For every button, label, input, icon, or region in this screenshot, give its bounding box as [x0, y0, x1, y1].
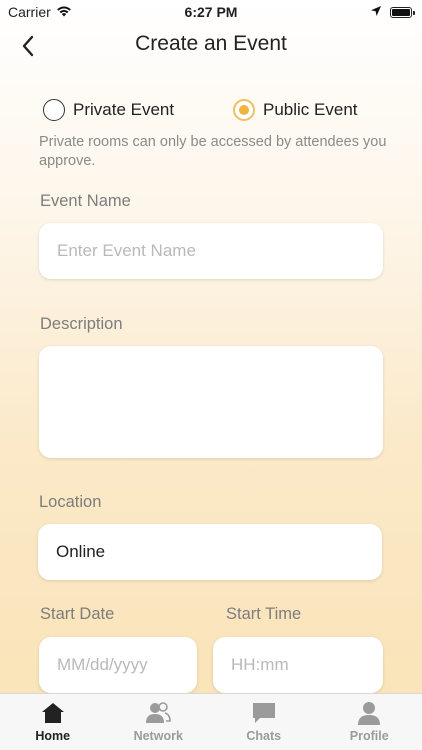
privacy-note: Private rooms can only be accessed by at… — [39, 134, 387, 169]
event-name-label: Event Name — [40, 192, 131, 210]
start-date-input[interactable]: MM/dd/yyyy — [39, 637, 197, 693]
tab-bar: Home Network Chats Profile — [0, 693, 422, 750]
tab-home-label: Home — [35, 729, 71, 743]
location-arrow-icon — [370, 4, 382, 20]
event-name-input[interactable]: Enter Event Name — [39, 223, 383, 279]
network-icon — [146, 702, 172, 723]
tab-network[interactable]: Network — [106, 694, 212, 750]
tab-profile[interactable]: Profile — [317, 694, 422, 750]
start-time-input[interactable]: HH:mm — [213, 637, 383, 693]
start-time-placeholder: HH:mm — [231, 655, 289, 674]
tab-chats[interactable]: Chats — [211, 694, 317, 750]
chat-icon — [252, 703, 275, 723]
status-right — [370, 4, 415, 20]
status-time: 6:27 PM — [184, 4, 238, 20]
tab-home[interactable]: Home — [0, 694, 106, 750]
description-textarea[interactable] — [39, 346, 383, 458]
tab-network-label: Network — [133, 729, 183, 743]
event-name-placeholder: Enter Event Name — [57, 241, 196, 260]
page-title: Create an Event — [135, 32, 287, 55]
tab-profile-label: Profile — [349, 729, 389, 743]
tab-chats-label: Chats — [246, 729, 282, 743]
location-value: Online — [56, 542, 106, 561]
nav-bar: Create an Event — [0, 28, 422, 64]
location-input[interactable]: Online — [38, 524, 382, 580]
battery-icon — [390, 6, 415, 18]
public-event-radio[interactable] — [233, 99, 255, 121]
public-event-label: Public Event — [263, 100, 358, 119]
start-date-label: Start Date — [40, 605, 115, 623]
event-type-selector: Private Event Public Event — [43, 96, 402, 124]
private-event-label: Private Event — [73, 100, 175, 119]
status-bar: Carrier 6:27 PM — [0, 0, 422, 24]
profile-icon — [358, 702, 381, 725]
private-event-radio[interactable] — [43, 99, 65, 121]
start-time-label: Start Time — [226, 605, 302, 623]
location-label: Location — [39, 493, 102, 511]
start-date-placeholder: MM/dd/yyyy — [57, 655, 148, 674]
description-label: Description — [40, 315, 123, 333]
home-icon — [41, 703, 64, 723]
public-event-option[interactable]: Public Event — [233, 99, 358, 121]
private-event-option[interactable]: Private Event — [43, 99, 233, 121]
